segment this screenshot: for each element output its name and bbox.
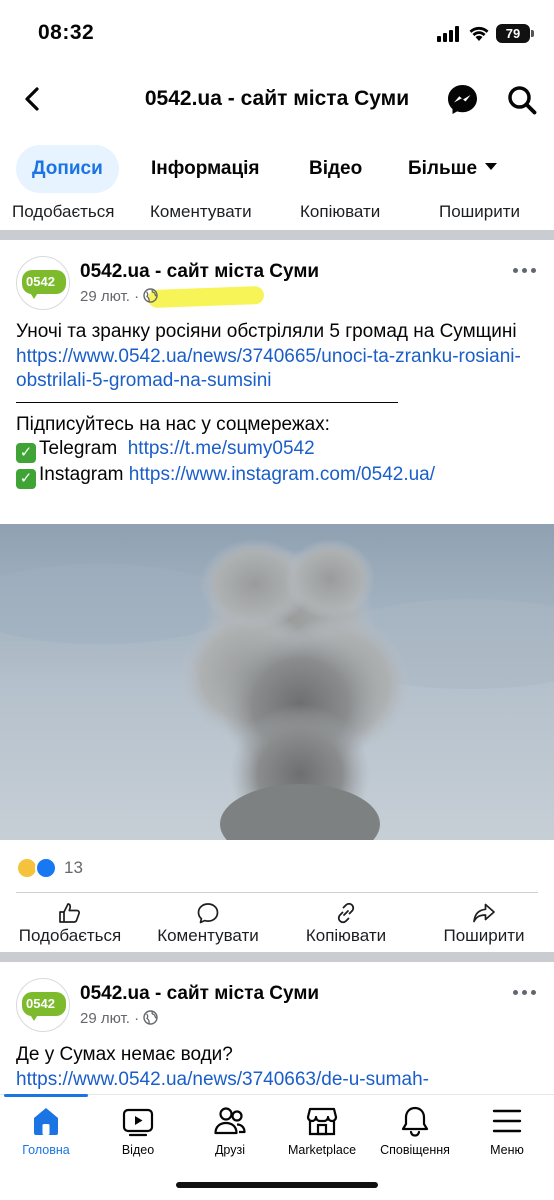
globe-icon	[143, 1010, 158, 1025]
post-link[interactable]: https://www.0542.ua/news/3740663/de-u-su…	[16, 1069, 429, 1090]
search-icon[interactable]	[506, 84, 538, 116]
post-date[interactable]: 29 лют.	[80, 288, 130, 305]
feed-separator	[0, 952, 554, 962]
nav-label: Меню	[490, 1143, 524, 1157]
previous-post-actions: Подобається Коментувати Копіювати Пошири…	[0, 202, 554, 228]
post-text: Де у Сумах немає води? https://www.0542.…	[16, 1043, 536, 1092]
post-meta: 29 лют. ·	[80, 288, 158, 305]
globe-icon	[143, 288, 158, 303]
share-button[interactable]: Поширити	[439, 202, 520, 222]
post-image[interactable]	[0, 524, 554, 840]
share-icon	[473, 903, 495, 923]
nav-friends[interactable]: Друзі	[182, 1105, 278, 1157]
cellular-signal-icon	[437, 26, 463, 42]
copy-label: Копіювати	[305, 926, 387, 945]
home-icon	[34, 1108, 58, 1135]
comment-button[interactable]: Коментувати	[150, 902, 266, 946]
more-options-icon[interactable]	[512, 986, 540, 998]
subscribe-text: Підписуйтесь на нас у соцмережах:	[16, 413, 330, 435]
tab-more[interactable]: Більше	[408, 145, 498, 193]
page-header: 0542.ua - сайт міста Суми	[0, 70, 554, 128]
instagram-row: ✓ Instagram https://www.instagram.com/054…	[16, 463, 536, 489]
text-divider	[16, 401, 398, 403]
home-indicator	[176, 1182, 378, 1188]
post-date[interactable]: 29 лют.	[80, 1010, 130, 1027]
tab-video[interactable]: Відео	[309, 145, 362, 193]
nav-label: Відео	[121, 1143, 155, 1157]
logo-tail	[29, 1013, 39, 1021]
highlight-marker	[147, 285, 265, 309]
video-icon	[122, 1108, 154, 1137]
like-label: Подобається	[18, 926, 122, 945]
check-mark-icon: ✓	[16, 469, 36, 489]
post-author[interactable]: 0542.ua - сайт міста Суми	[80, 261, 319, 283]
more-options-icon[interactable]	[512, 264, 540, 276]
instagram-link[interactable]: https://www.instagram.com/0542.ua/	[129, 464, 435, 485]
battery-tip	[531, 30, 534, 37]
chevron-down-icon	[485, 163, 498, 171]
like-button[interactable]: Подобається	[12, 902, 128, 946]
messenger-icon[interactable]	[446, 83, 479, 116]
comment-label: Коментувати	[157, 926, 259, 945]
post-text: Уночі та зранку росіяни обстріляли 5 гро…	[16, 320, 536, 489]
nav-label: Головна	[22, 1143, 70, 1157]
battery-icon: 79	[496, 24, 530, 43]
friends-icon	[214, 1107, 246, 1135]
divider	[16, 892, 538, 893]
page-tabs: Дописи Інформація Відео Більше	[0, 143, 554, 195]
meta-dot: ·	[134, 1010, 144, 1027]
post-link[interactable]: https://www.0542.ua/news/3740665/unoci-t…	[16, 346, 521, 392]
nav-marketplace[interactable]: Marketplace	[274, 1105, 370, 1157]
nav-notifications[interactable]: Сповіщення	[367, 1105, 463, 1157]
status-bar: 08:32 79	[0, 0, 554, 64]
copy-button[interactable]: Копіювати	[300, 202, 380, 222]
comment-icon	[197, 903, 219, 924]
avatar[interactable]: 0542	[16, 256, 70, 310]
store-icon	[306, 1107, 338, 1136]
check-mark-icon: ✓	[16, 443, 36, 463]
meta-dot: ·	[134, 288, 144, 305]
nav-video[interactable]: Відео	[90, 1105, 186, 1157]
smoke-photo	[0, 524, 554, 840]
hamburger-menu-icon	[492, 1109, 522, 1133]
nav-label: Marketplace	[287, 1143, 357, 1157]
tab-posts[interactable]: Дописи	[16, 145, 119, 193]
feed-separator	[0, 230, 554, 240]
copy-button[interactable]: Копіювати	[298, 902, 394, 946]
nav-label: Сповіщення	[380, 1143, 450, 1157]
comment-button[interactable]: Коментувати	[150, 202, 252, 222]
tab-more-label: Більше	[408, 158, 478, 179]
logo-tail	[29, 291, 39, 299]
nav-menu[interactable]: Меню	[459, 1105, 554, 1157]
post-author[interactable]: 0542.ua - сайт міста Суми	[80, 983, 319, 1005]
tab-info[interactable]: Інформація	[151, 145, 260, 193]
telegram-link[interactable]: https://t.me/sumy0542	[128, 438, 315, 459]
post-meta: 29 лют. ·	[80, 1010, 158, 1027]
like-reaction-icon	[35, 857, 57, 879]
nav-home[interactable]: Головна	[0, 1105, 94, 1157]
nav-label: Друзі	[214, 1143, 246, 1157]
reaction-count: 13	[64, 858, 83, 877]
post-headline: Уночі та зранку росіяни обстріляли 5 гро…	[16, 321, 517, 342]
bell-icon	[401, 1106, 429, 1137]
share-label: Поширити	[443, 926, 525, 945]
telegram-label: Telegram	[39, 438, 118, 459]
active-tab-indicator	[4, 1094, 88, 1097]
link-icon	[337, 902, 355, 924]
avatar[interactable]: 0542	[16, 978, 70, 1032]
wifi-icon	[469, 26, 489, 41]
like-button[interactable]: Подобається	[12, 202, 115, 222]
telegram-row: ✓ Telegram https://t.me/sumy0542	[16, 437, 536, 463]
status-time: 08:32	[38, 21, 95, 44]
thumbs-up-icon	[59, 903, 81, 923]
instagram-label: Instagram	[39, 464, 124, 485]
share-button[interactable]: Поширити	[436, 902, 532, 946]
post-headline: Де у Сумах немає води?	[16, 1044, 233, 1065]
